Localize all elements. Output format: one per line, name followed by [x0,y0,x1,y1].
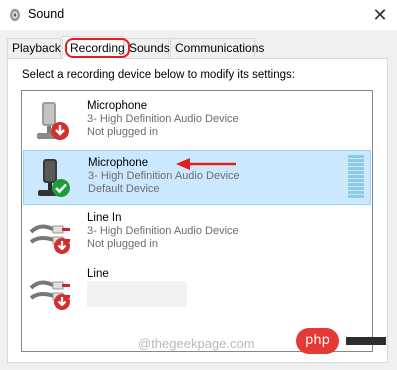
window-title: Sound [28,7,65,21]
check-icon [52,179,70,197]
close-icon: ✕ [372,5,388,25]
instruction-text: Select a recording device below to modif… [22,69,295,81]
device-driver: 3- High Definition Audio Device [87,113,239,125]
device-driver: 3- High Definition Audio Device [87,225,239,237]
speaker-icon [10,8,20,22]
list-item-line[interactable]: Line [23,262,371,317]
tab-communications[interactable]: Communications [170,38,264,57]
tab-panel: Select a recording device below to modif… [7,58,388,363]
php-badge: php [296,328,339,354]
close-button[interactable]: ✕ [363,0,397,30]
list-item-microphone-default[interactable]: Microphone 3- High Definition Audio Devi… [23,150,371,205]
line-in-jack-icon [29,224,70,254]
device-status: Default Device [88,183,160,195]
device-status: Not plugged in [87,238,158,250]
unplugged-icon [54,238,70,254]
level-meter [348,155,364,201]
title-bar: Sound ✕ [0,0,397,30]
microphone-icon [37,102,69,140]
tab-recording[interactable]: Recording [62,36,130,59]
red-arrow-annotation [176,158,236,170]
device-list[interactable]: Microphone 3- High Definition Audio Devi… [21,90,373,352]
watermark-decoration [346,337,386,345]
redacted-text [87,281,187,307]
device-name: Microphone [87,100,148,112]
microphone-icon [38,159,70,197]
dialog-body: Playback Recording Sounds Communications… [0,30,397,370]
tab-sounds[interactable]: Sounds [124,38,170,57]
unplugged-icon [54,294,70,310]
list-item-microphone-1[interactable]: Microphone 3- High Definition Audio Devi… [23,94,371,149]
unplugged-icon [51,122,69,140]
device-name: Line In [87,212,122,224]
device-name: Line [87,268,109,280]
watermark-text: @thegeekpage.com [138,336,255,351]
list-item-line-in[interactable]: Line In 3- High Definition Audio Device … [23,206,371,261]
device-status: Not plugged in [87,126,158,138]
device-driver: 3- High Definition Audio Device [88,170,240,182]
tab-playback[interactable]: Playback [7,38,61,57]
line-in-jack-icon [29,280,70,310]
